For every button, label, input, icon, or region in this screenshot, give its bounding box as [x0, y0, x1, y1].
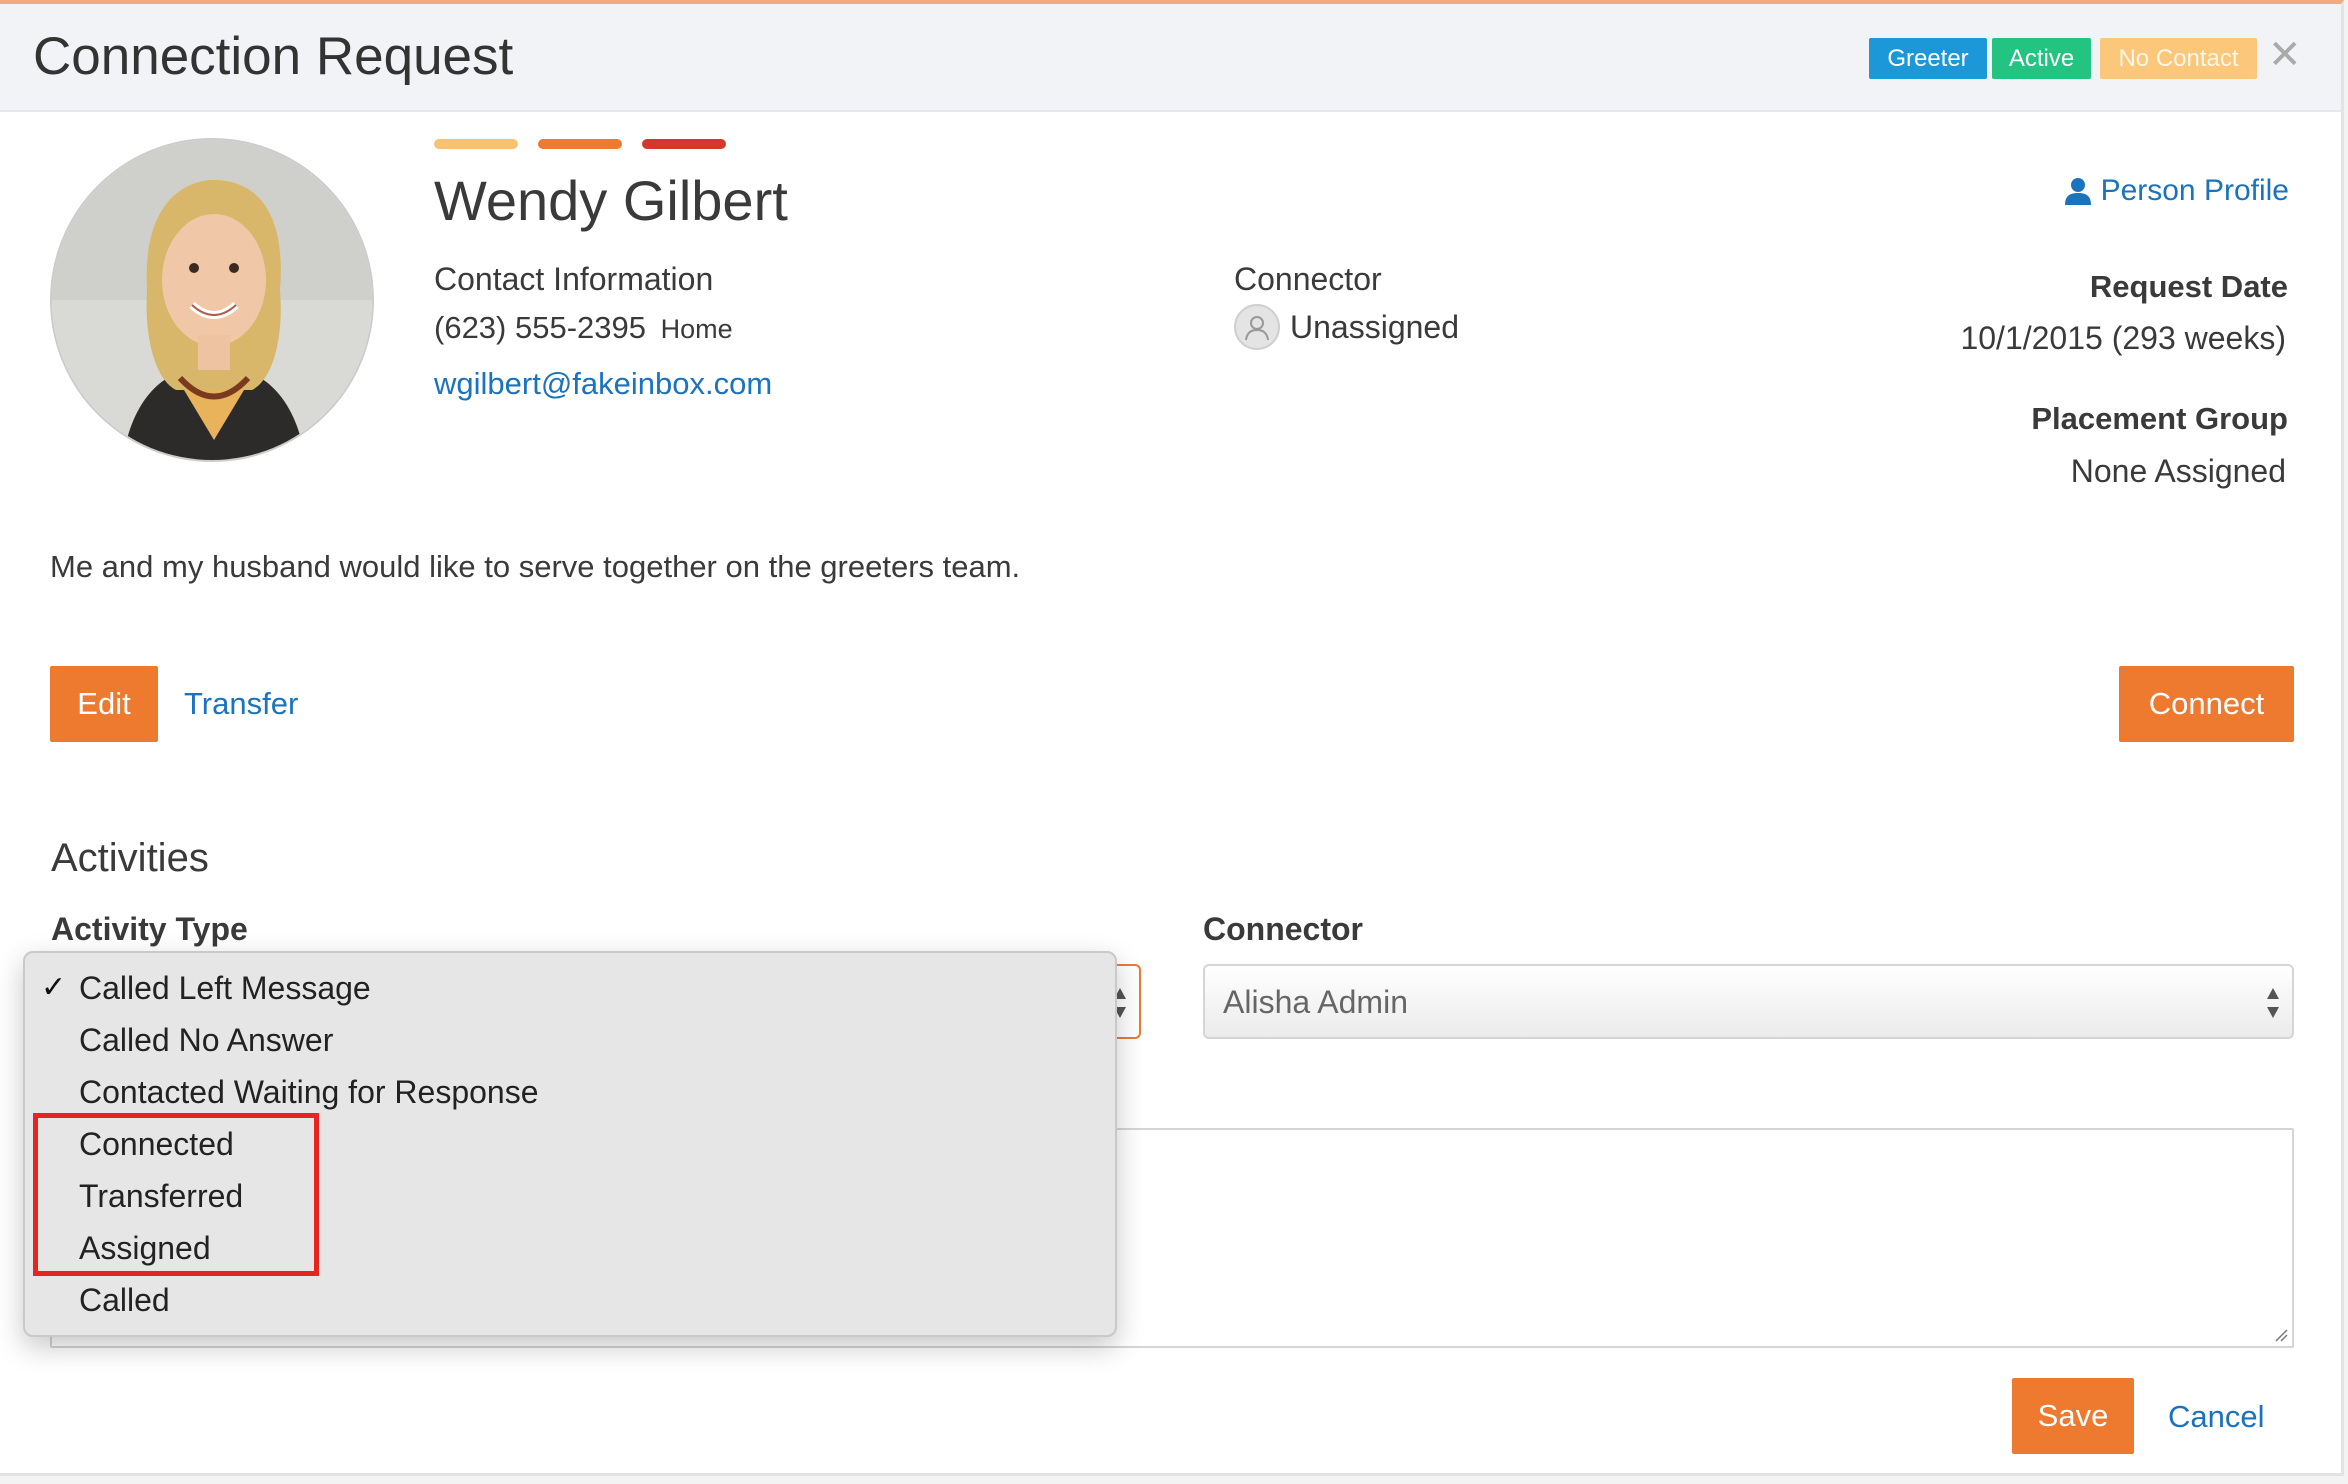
connector-select-value: Alisha Admin [1223, 984, 1408, 1020]
dropdown-option-called-left-message[interactable]: Called Left Message [79, 970, 371, 1007]
connector-value: Unassigned [1234, 304, 1459, 350]
request-date-value: 10/1/2015 (293 weeks) [1960, 320, 2286, 356]
contact-information-label: Contact Information [434, 261, 714, 297]
status-badge-active: Active [1992, 38, 2091, 79]
phone-number: (623) 555-2395 Home [434, 310, 733, 346]
connect-button[interactable]: Connect [2119, 666, 2294, 742]
dropdown-option-contacted-waiting[interactable]: Contacted Waiting for Response [79, 1074, 539, 1111]
placement-group-label: Placement Group [2031, 401, 2288, 436]
activity-type-label: Activity Type [51, 911, 248, 947]
placement-group-value: None Assigned [2070, 453, 2286, 489]
connection-request-modal: Connection Request Greeter Active No Con… [0, 0, 2344, 1476]
priority-bar-3 [642, 139, 726, 149]
connector-label: Connector [1234, 261, 1382, 297]
user-icon [2064, 178, 2091, 205]
dropdown-option-called[interactable]: Called [79, 1282, 170, 1319]
resize-grip-icon[interactable] [2272, 1326, 2288, 1342]
request-comment: Me and my husband would like to serve to… [50, 549, 1021, 584]
request-date-label: Request Date [2089, 269, 2288, 304]
priority-bar-2 [538, 139, 622, 149]
connector-name: Unassigned [1290, 308, 1459, 345]
modal-header: Connection Request Greeter Active No Con… [0, 4, 2341, 112]
phone-type: Home [660, 314, 733, 344]
page-title: Connection Request [33, 27, 514, 86]
annotation-highlight-box [33, 1113, 319, 1276]
cancel-link[interactable]: Cancel [2168, 1399, 2265, 1435]
person-profile-link[interactable]: Person Profile [2064, 174, 2289, 208]
connector-select[interactable]: Alisha Admin [1203, 964, 2294, 1039]
status-badge-no-contact: No Contact [2100, 38, 2257, 79]
activities-heading: Activities [51, 836, 209, 880]
transfer-link[interactable]: Transfer [184, 686, 298, 722]
person-name: Wendy Gilbert [434, 169, 788, 232]
close-icon[interactable]: ✕ [2268, 32, 2302, 78]
activity-connector-label: Connector [1203, 911, 1363, 947]
avatar [50, 138, 374, 462]
select-arrows-icon [2267, 988, 2279, 1018]
priority-bar-1 [434, 139, 518, 149]
status-badge-greeter: Greeter [1869, 38, 1987, 79]
dropdown-option-called-no-answer[interactable]: Called No Answer [79, 1022, 333, 1059]
checkmark-icon: ✓ [41, 971, 67, 1004]
email-link[interactable]: wgilbert@fakeinbox.com [434, 366, 772, 402]
phone-value: (623) 555-2395 [434, 310, 646, 345]
edit-button[interactable]: Edit [50, 666, 158, 742]
person-profile-label: Person Profile [2100, 174, 2289, 207]
person-placeholder-icon [1234, 304, 1280, 350]
save-button[interactable]: Save [2012, 1378, 2134, 1454]
